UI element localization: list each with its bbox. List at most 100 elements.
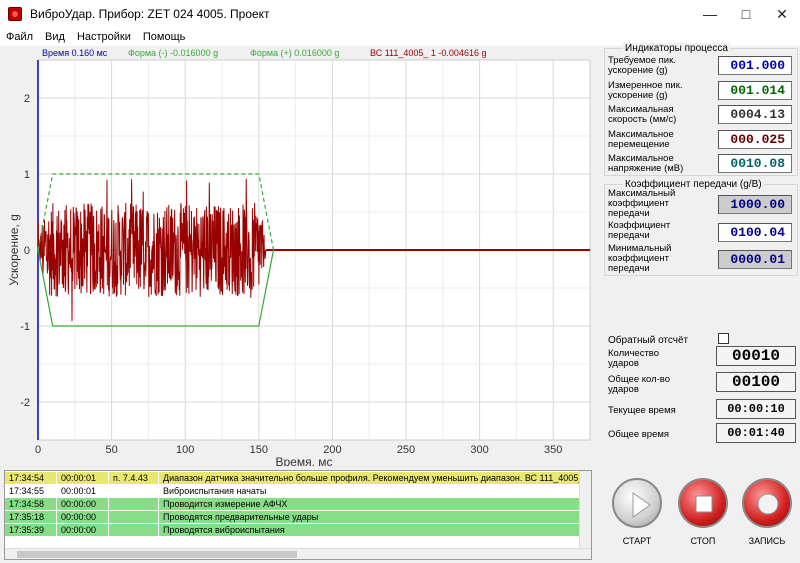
coef-label: передачи <box>608 208 650 219</box>
control-buttons: СТАРТ СТОП ЗАПИСЬ <box>600 470 800 563</box>
log-code: п. 7.4.43 <box>109 472 159 484</box>
y-tick-label: 1 <box>24 169 30 181</box>
legend-sensor: ВС 111_4005_ 1 -0.004616 g <box>370 48 487 58</box>
log-duration: 00:00:00 <box>57 498 109 510</box>
log-message: Виброиспытания начаты <box>159 485 581 497</box>
main-area: 0 50 100 150 200 250 300 350 -2 -1 0 1 2 Время, мс Уск… <box>0 43 800 563</box>
menu-file[interactable]: Файл <box>0 31 39 43</box>
log-duration: 00:00:01 <box>57 485 109 497</box>
coef-value: 0000.01 <box>718 250 792 269</box>
log-message: Проводятся предварительные удары <box>159 511 581 523</box>
log-vertical-scrollbar[interactable] <box>579 471 591 549</box>
log-row[interactable]: 17:34:58 00:00:00 Проводится измерение АФЧ… <box>5 498 581 510</box>
log-message: Проводится измерение АФЧХ <box>159 498 581 510</box>
log-duration: 00:00:00 <box>57 524 109 536</box>
start-label: СТАРТ <box>622 536 652 546</box>
total-label-2: ударов <box>608 384 639 395</box>
reverse-count-checkbox[interactable] <box>718 333 729 344</box>
log-code <box>109 524 159 536</box>
total-time-value: 00:01:40 <box>716 423 796 443</box>
maximize-button[interactable]: □ <box>728 0 764 28</box>
close-button[interactable]: ✕ <box>764 0 800 28</box>
log-duration: 00:00:01 <box>57 472 109 484</box>
menu-help[interactable]: Помощь <box>137 31 192 43</box>
total-value: 00100 <box>716 372 796 392</box>
count-value: 00010 <box>716 346 796 366</box>
log-code <box>109 498 159 510</box>
record-button[interactable] <box>742 478 792 528</box>
legend-time: Время 0.160 мс <box>42 48 108 58</box>
indicator-label: напряжение (мВ) <box>608 163 684 174</box>
reverse-count-label: Обратный отсчёт <box>608 335 689 346</box>
play-icon <box>632 492 651 518</box>
log-code <box>109 485 159 497</box>
start-button[interactable] <box>612 478 662 528</box>
log-message: Проводятся виброиспытания <box>159 524 581 536</box>
indicator-label: скорость (мм/с) <box>608 114 677 125</box>
window-title: ВиброУдар. Прибор: ZET 024 4005. Проект <box>30 7 270 21</box>
minimize-button[interactable]: — <box>692 0 728 28</box>
coef-label: передачи <box>608 230 650 241</box>
y-axis-label: Ускорение, g <box>7 214 21 286</box>
title-bar: ВиброУдар. Прибор: ZET 024 4005. Проект … <box>0 0 800 28</box>
count-label-2: ударов <box>608 358 639 369</box>
acceleration-chart[interactable]: 0 50 100 150 200 250 300 350-2-1012Время, мсУск… <box>0 46 600 466</box>
current-time-label: Текущее время <box>608 405 676 416</box>
indicator-value: 0004.13 <box>718 105 792 124</box>
legend-form-plus: Форма (+) 0.016000 g <box>250 48 340 58</box>
maximize-icon: □ <box>741 6 751 22</box>
x-tick-label: 0 <box>35 444 41 456</box>
log-row[interactable]: 17:34:54 00:00:01 п. 7.4.43 Диапазон датчик… <box>5 472 581 484</box>
x-tick-label: 300 <box>470 444 488 456</box>
total-time-label: Общее время <box>608 429 670 440</box>
log-code <box>109 511 159 523</box>
plot-panel: 0 50 100 150 200 250 300 350 -2 -1 0 1 2 Время, мс Уск… <box>0 46 600 466</box>
log-message: Диапазон датчика значительно больше проф… <box>159 472 581 484</box>
indicator-value: 001.000 <box>718 56 792 75</box>
coef-value: 1000.00 <box>718 195 792 214</box>
x-tick-label: 100 <box>176 444 194 456</box>
indicators-title: Индикаторы процесса <box>623 43 730 54</box>
x-axis-label: Время, мс <box>275 455 332 466</box>
log-row[interactable]: 17:35:39 00:00:00 Проводятся виброиспытани… <box>5 524 581 536</box>
indicator-label: перемещение <box>608 139 670 150</box>
x-tick-label: 350 <box>544 444 562 456</box>
log-scroll-thumb[interactable] <box>17 551 297 558</box>
stop-button[interactable] <box>678 478 728 528</box>
event-log[interactable]: 17:34:54 00:00:01 п. 7.4.43 Диапазон датчик… <box>4 470 592 560</box>
minimize-icon: — <box>703 6 717 22</box>
app-icon <box>8 7 22 21</box>
log-time: 17:34:55 <box>5 485 57 497</box>
log-time: 17:34:54 <box>5 472 57 484</box>
indicator-value: 0010.08 <box>718 154 792 173</box>
indicator-label: ускорение (g) <box>608 65 668 76</box>
y-tick-label: -2 <box>20 397 30 409</box>
stop-label: СТОП <box>690 536 716 546</box>
record-icon <box>757 493 779 515</box>
log-row[interactable]: 17:34:55 00:00:01 Виброиспытания начаты <box>5 485 581 497</box>
y-tick-label: 0 <box>24 245 30 257</box>
indicator-value: 000.025 <box>718 130 792 149</box>
stop-icon <box>695 495 713 513</box>
log-time: 17:35:18 <box>5 511 57 523</box>
y-tick-label: -1 <box>20 321 30 333</box>
log-row[interactable]: 17:35:18 00:00:00 Проводятся предварительн… <box>5 511 581 523</box>
current-time-value: 00:00:10 <box>716 399 796 419</box>
menu-settings[interactable]: Настройки <box>71 31 137 43</box>
legend-form-minus: Форма (-) -0.016000 g <box>128 48 219 58</box>
indicator-value: 001.014 <box>718 81 792 100</box>
x-tick-label: 250 <box>397 444 415 456</box>
record-label: ЗАПИСЬ <box>748 536 786 546</box>
coef-value: 0100.04 <box>718 223 792 242</box>
log-horizontal-scrollbar[interactable] <box>5 548 591 559</box>
y-tick-label: 2 <box>24 93 30 105</box>
x-tick-label: 50 <box>105 444 117 456</box>
log-time: 17:34:58 <box>5 498 57 510</box>
indicator-label: ускорение (g) <box>608 90 668 101</box>
coef-label: передачи <box>608 263 650 274</box>
log-duration: 00:00:00 <box>57 511 109 523</box>
menu-view[interactable]: Вид <box>39 31 71 43</box>
right-panel: Индикаторы процесса Требуемое пик. ускоре… <box>600 43 800 466</box>
log-time: 17:35:39 <box>5 524 57 536</box>
x-tick-label: 150 <box>250 444 268 456</box>
